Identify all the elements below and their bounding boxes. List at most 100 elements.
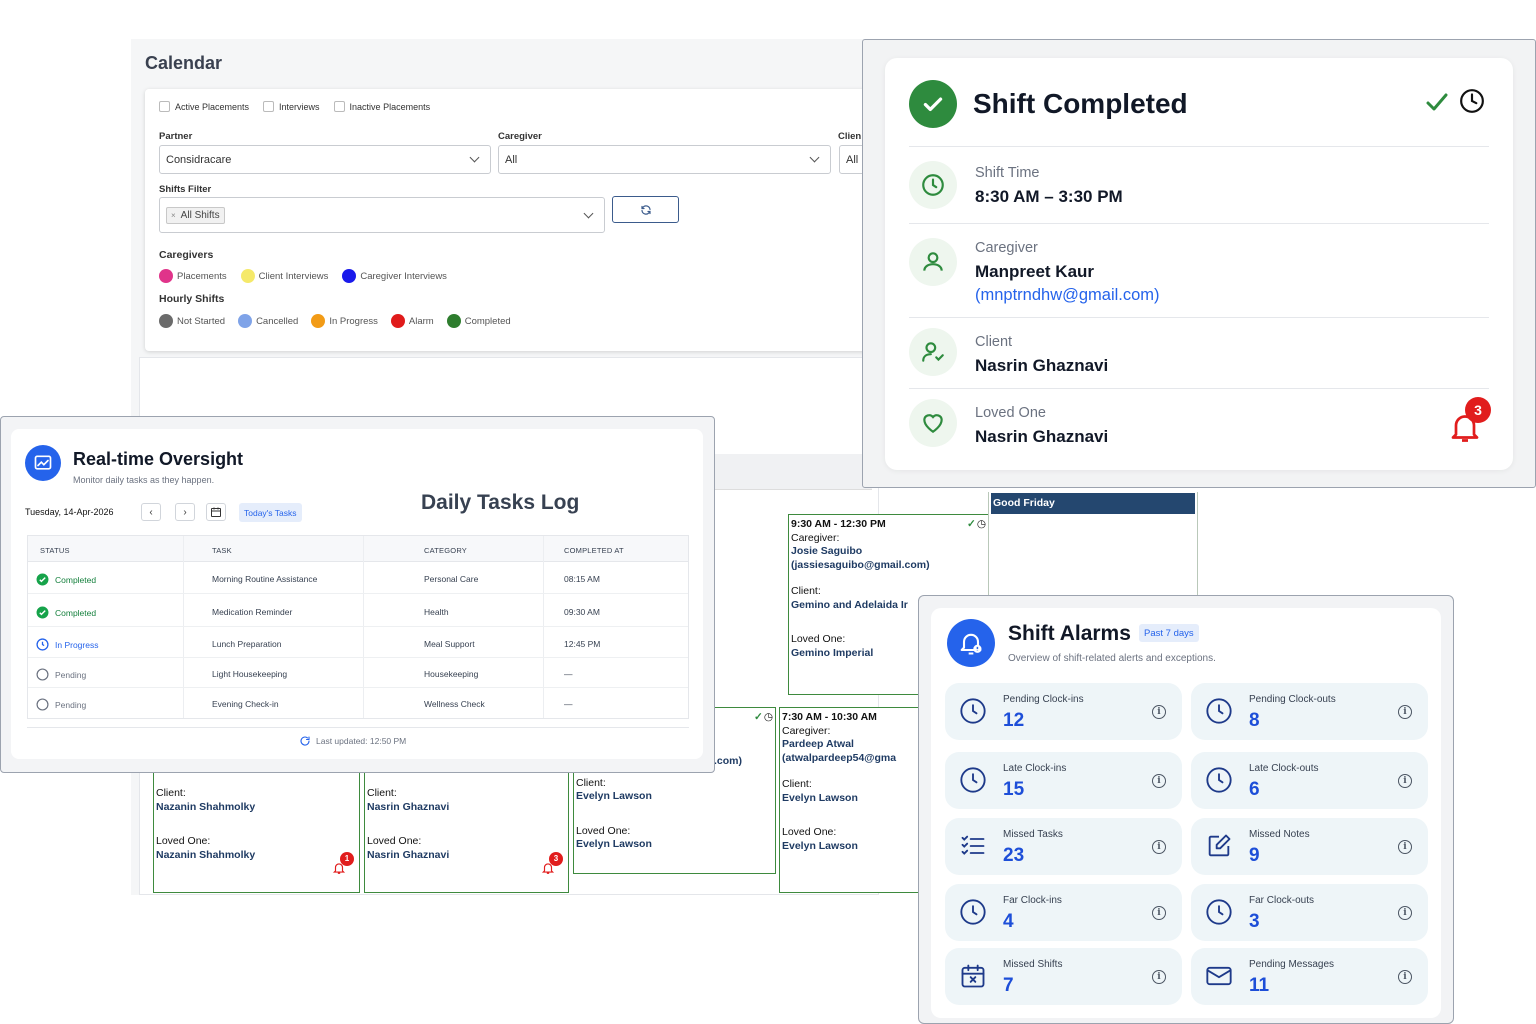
- tile-pending-messages[interactable]: Pending Messages 11 i: [1191, 948, 1428, 1005]
- hourly-legend: Not Started Cancelled In Progress Alarm …: [159, 314, 511, 328]
- table-row[interactable]: Pending Evening Check-in Wellness Check …: [28, 688, 688, 718]
- shift-completed-title: Shift Completed: [973, 88, 1188, 119]
- loved-one-name: Nasrin Ghaznavi: [975, 427, 1109, 446]
- table-row[interactable]: Pending Light Housekeeping Housekeeping …: [28, 658, 688, 688]
- day-header: [708, 454, 872, 490]
- todays-tasks-button[interactable]: Today's Tasks: [239, 503, 302, 522]
- filter-chip[interactable]: × All Shifts: [166, 206, 225, 224]
- checkbox-active-placements[interactable]: Active Placements: [159, 101, 249, 112]
- refresh-button[interactable]: [612, 196, 679, 223]
- last-updated: Last updated: 12:50 PM: [299, 735, 406, 747]
- shift-block[interactable]: Client: Nasrin Ghaznavi Loved One: Nasri…: [364, 770, 569, 893]
- table-row[interactable]: Completed Medication Reminder Health 09:…: [28, 594, 688, 627]
- caregiver-select[interactable]: All: [498, 145, 831, 174]
- legend-in-progress: In Progress: [311, 314, 378, 328]
- client-label: Clien: [838, 131, 862, 142]
- chart-icon: [25, 445, 61, 481]
- checkbox-interviews[interactable]: Interviews: [263, 101, 320, 112]
- legend-alarm: Alarm: [390, 314, 434, 328]
- legend-caregiver-interviews: Caregiver Interviews: [342, 269, 447, 283]
- shift-alarms-title: Shift Alarms: [1008, 622, 1131, 645]
- alarm-bell[interactable]: 1: [332, 852, 354, 875]
- clock-icon: [36, 638, 49, 651]
- legend-completed: Completed: [446, 314, 511, 328]
- alarm-count-badge: 3: [1465, 397, 1491, 423]
- info-icon[interactable]: i: [1398, 840, 1412, 854]
- shift-block[interactable]: Client: Nazanin Shahmolky Loved One: Naz…: [153, 770, 360, 893]
- tile-missed-shifts[interactable]: Missed Shifts 7 i: [945, 948, 1182, 1005]
- user-check-icon: [909, 328, 957, 376]
- date-picker-button[interactable]: [206, 503, 226, 521]
- holiday-label: Good Friday: [991, 493, 1195, 514]
- partner-select[interactable]: Considracare: [159, 145, 491, 174]
- info-icon[interactable]: i: [1152, 705, 1166, 719]
- tile-missed-notes[interactable]: Missed Notes 9 i: [1191, 818, 1428, 875]
- tile-late-clock-ins[interactable]: Late Clock-ins 15 i: [945, 752, 1182, 809]
- clock-icon: [909, 161, 957, 209]
- alarm-bell[interactable]: 3: [541, 852, 563, 875]
- caregiver-email[interactable]: (mnptrndhw@gmail.com): [975, 286, 1160, 305]
- clock-icon: [960, 899, 986, 925]
- tile-late-clock-outs[interactable]: Late Clock-outs 6 i: [1191, 752, 1428, 809]
- oversight-panel: Real-time Oversight Monitor daily tasks …: [0, 416, 715, 773]
- caregivers-legend-title: Caregivers: [159, 249, 214, 261]
- check-circle-icon: [909, 80, 957, 128]
- chip-close-icon[interactable]: ×: [171, 211, 176, 220]
- oversight-subtitle: Monitor daily tasks as they happen.: [73, 475, 215, 485]
- legend-client-interviews: Client Interviews: [240, 269, 328, 283]
- client-row: Client Nasrin Ghaznavi: [909, 317, 1489, 388]
- table-row[interactable]: In Progress Lunch Preparation Meal Suppo…: [28, 627, 688, 658]
- caregiver-label: Caregiver: [498, 131, 542, 142]
- alarm-bell[interactable]: 3: [1447, 397, 1491, 445]
- period-badge[interactable]: Past 7 days: [1139, 624, 1199, 642]
- info-icon[interactable]: i: [1152, 774, 1166, 788]
- info-icon[interactable]: i: [1398, 906, 1412, 920]
- info-icon[interactable]: i: [1152, 906, 1166, 920]
- info-icon[interactable]: i: [1398, 705, 1412, 719]
- tile-pending-clock-ins[interactable]: Pending Clock-ins 12 i: [945, 683, 1182, 740]
- tile-far-clock-outs[interactable]: Far Clock-outs 3 i: [1191, 884, 1428, 941]
- clock-icon: [1206, 698, 1232, 724]
- calendar-x-icon: [961, 964, 985, 988]
- clock-icon: ◷: [976, 518, 986, 530]
- tile-far-clock-ins[interactable]: Far Clock-ins 4 i: [945, 884, 1182, 941]
- checklist-icon: [961, 835, 985, 855]
- daily-tasks-log-title: Daily Tasks Log: [421, 491, 580, 514]
- check-circle-icon: [36, 573, 49, 586]
- alarm-count-badge: 1: [340, 852, 354, 866]
- clock-icon: ◷: [763, 711, 773, 723]
- current-date: Tuesday, 14-Apr-2026: [25, 507, 114, 517]
- oversight-title: Real-time Oversight: [73, 449, 244, 469]
- tile-pending-clock-outs[interactable]: Pending Clock-outs 8 i: [1191, 683, 1428, 740]
- shift-completed-card: Shift Completed Shift Time 8:30 AM – 3:3…: [862, 39, 1536, 488]
- legend-not-started: Not Started: [159, 314, 225, 328]
- shift-block[interactable]: 7:30 AM - 10:30 AM Caregiver: Pardeep At…: [779, 707, 919, 893]
- check-icon: ✓: [967, 518, 976, 530]
- checkbox-inactive-placements[interactable]: Inactive Placements: [333, 101, 430, 112]
- tile-missed-tasks[interactable]: Missed Tasks 23 i: [945, 818, 1182, 875]
- clock-icon: [1206, 899, 1232, 925]
- prev-day-button[interactable]: ‹: [141, 503, 161, 521]
- user-icon: [909, 238, 957, 286]
- table-row[interactable]: Completed Morning Routine Assistance Per…: [28, 562, 688, 594]
- mail-icon: [1206, 966, 1232, 986]
- heart-icon: [909, 399, 957, 447]
- clock-icon: [960, 767, 986, 793]
- caregiver-row: Caregiver Manpreet Kaur (mnptrndhw@gmail…: [909, 223, 1489, 317]
- info-icon[interactable]: i: [1398, 774, 1412, 788]
- info-icon[interactable]: i: [1398, 970, 1412, 984]
- clock-icon: [1206, 767, 1232, 793]
- clock-icon: [960, 698, 986, 724]
- refresh-icon: [640, 204, 651, 215]
- holiday-cell: Good Friday: [988, 492, 1198, 596]
- next-day-button[interactable]: ›: [175, 503, 195, 521]
- alarm-count-badge: 3: [549, 852, 563, 866]
- info-icon[interactable]: i: [1152, 840, 1166, 854]
- info-icon[interactable]: i: [1152, 970, 1166, 984]
- page-title: Calendar: [145, 53, 223, 73]
- client-name: Nasrin Ghaznavi: [975, 356, 1109, 375]
- pending-circle-icon: [36, 668, 49, 681]
- shifts-filter-select[interactable]: × All Shifts: [159, 197, 605, 233]
- loved-one-row: Loved One Nasrin Ghaznavi 3: [909, 388, 1491, 463]
- edit-note-icon: [1208, 834, 1231, 857]
